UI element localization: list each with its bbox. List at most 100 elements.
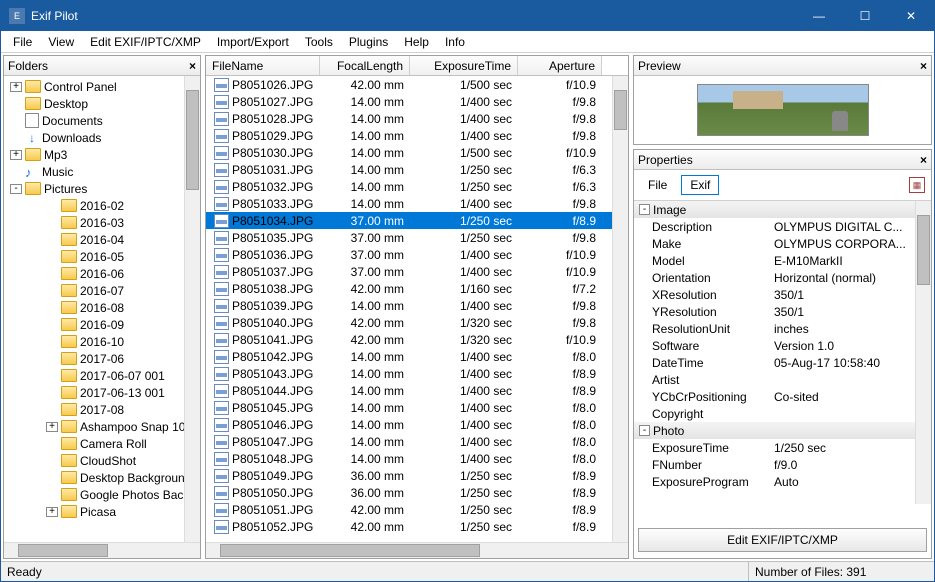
file-row[interactable]: P8051041.JPG42.00 mm1/320 secf/10.9 (206, 331, 628, 348)
file-row[interactable]: P8051029.JPG14.00 mm1/400 secf/9.8 (206, 127, 628, 144)
col-exposuretime[interactable]: ExposureTime (410, 56, 518, 75)
props-vscrollbar[interactable] (915, 201, 931, 504)
expand-icon[interactable]: - (10, 184, 22, 194)
tree-item[interactable]: 2016-09 (4, 316, 200, 333)
tree-item[interactable]: Documents (4, 112, 200, 129)
file-row[interactable]: P8051049.JPG36.00 mm1/250 secf/8.9 (206, 467, 628, 484)
tree-item[interactable]: 2016-05 (4, 248, 200, 265)
file-row[interactable]: P8051035.JPG37.00 mm1/250 secf/9.8 (206, 229, 628, 246)
file-row[interactable]: P8051033.JPG14.00 mm1/400 secf/9.8 (206, 195, 628, 212)
tree-item[interactable]: Camera Roll (4, 435, 200, 452)
col-aperture[interactable]: Aperture (518, 56, 602, 75)
tree-item[interactable]: CloudShot (4, 452, 200, 469)
preview-close-icon[interactable]: × (920, 59, 927, 73)
prop-row[interactable]: ExposureProgramAuto (634, 473, 931, 490)
tree-item[interactable]: Google Photos Bac (4, 486, 200, 503)
prop-row[interactable]: ExposureTime1/250 sec (634, 439, 931, 456)
filelist-body[interactable]: P8051026.JPG42.00 mm1/500 secf/10.9P8051… (206, 76, 628, 542)
tree-item[interactable]: +Picasa (4, 503, 200, 520)
preview-thumbnail[interactable] (697, 84, 869, 136)
tree-item[interactable]: 2017-06-13 001 (4, 384, 200, 401)
tree-item[interactable]: 2016-03 (4, 214, 200, 231)
prop-row[interactable]: Copyright (634, 405, 931, 422)
close-button[interactable]: ✕ (888, 1, 934, 31)
file-row[interactable]: P8051046.JPG14.00 mm1/400 secf/8.0 (206, 416, 628, 433)
tree-item[interactable]: 2016-04 (4, 231, 200, 248)
prop-row[interactable]: DescriptionOLYMPUS DIGITAL C... (634, 218, 931, 235)
collapse-icon[interactable]: - (639, 204, 650, 215)
prop-row[interactable]: MakeOLYMPUS CORPORA... (634, 235, 931, 252)
tree-item[interactable]: 2016-02 (4, 197, 200, 214)
folder-tree[interactable]: +Control PanelDesktopDocuments↓Downloads… (4, 76, 200, 542)
prop-row[interactable]: YResolution350/1 (634, 303, 931, 320)
file-row[interactable]: P8051038.JPG42.00 mm1/160 secf/7.2 (206, 280, 628, 297)
tree-item[interactable]: +Ashampoo Snap 10 (4, 418, 200, 435)
file-row[interactable]: P8051045.JPG14.00 mm1/400 secf/8.0 (206, 399, 628, 416)
prop-row[interactable]: FNumberf/9.0 (634, 456, 931, 473)
maximize-button[interactable]: ☐ (842, 1, 888, 31)
prop-row[interactable]: ModelE-M10MarkII (634, 252, 931, 269)
file-row[interactable]: P8051043.JPG14.00 mm1/400 secf/8.9 (206, 365, 628, 382)
tab-exif[interactable]: Exif (681, 175, 719, 195)
properties-grid[interactable]: -ImageDescriptionOLYMPUS DIGITAL C...Mak… (634, 200, 931, 504)
expand-icon[interactable]: + (46, 507, 58, 517)
file-row[interactable]: P8051042.JPG14.00 mm1/400 secf/8.0 (206, 348, 628, 365)
tree-item[interactable]: 2016-10 (4, 333, 200, 350)
prop-row[interactable]: ResolutionUnitinches (634, 320, 931, 337)
tree-item[interactable]: 2016-06 (4, 265, 200, 282)
tree-item[interactable]: +Mp3 (4, 146, 200, 163)
tree-item[interactable]: +Control Panel (4, 78, 200, 95)
file-row[interactable]: P8051037.JPG37.00 mm1/400 secf/10.9 (206, 263, 628, 280)
file-row[interactable]: P8051040.JPG42.00 mm1/320 secf/9.8 (206, 314, 628, 331)
tree-item[interactable]: ♪Music (4, 163, 200, 180)
tree-item[interactable]: 2017-06 (4, 350, 200, 367)
prop-group[interactable]: -Image (634, 201, 931, 218)
tree-item[interactable]: Desktop Background (4, 469, 200, 486)
menu-import-export[interactable]: Import/Export (209, 33, 297, 51)
minimize-button[interactable]: ― (796, 1, 842, 31)
file-row[interactable]: P8051030.JPG14.00 mm1/500 secf/10.9 (206, 144, 628, 161)
prop-row[interactable]: DateTime05-Aug-17 10:58:40 (634, 354, 931, 371)
folders-close-icon[interactable]: × (189, 59, 196, 73)
file-row[interactable]: P8051027.JPG14.00 mm1/400 secf/9.8 (206, 93, 628, 110)
titlebar[interactable]: E Exif Pilot ― ☐ ✕ (1, 1, 934, 31)
file-row[interactable]: P8051031.JPG14.00 mm1/250 secf/6.3 (206, 161, 628, 178)
menu-edit-exif-iptc-xmp[interactable]: Edit EXIF/IPTC/XMP (82, 33, 209, 51)
tree-item[interactable]: -Pictures (4, 180, 200, 197)
file-row[interactable]: P8051048.JPG14.00 mm1/400 secf/8.0 (206, 450, 628, 467)
tree-item[interactable]: 2017-08 (4, 401, 200, 418)
tree-item[interactable]: 2016-07 (4, 282, 200, 299)
prop-row[interactable]: YCbCrPositioningCo-sited (634, 388, 931, 405)
menu-help[interactable]: Help (396, 33, 437, 51)
col-filename[interactable]: FileName (206, 56, 320, 75)
tree-vscrollbar[interactable] (184, 76, 200, 542)
expand-icon[interactable]: + (10, 82, 22, 92)
file-row[interactable]: P8051028.JPG14.00 mm1/400 secf/9.8 (206, 110, 628, 127)
expand-icon[interactable]: + (46, 422, 58, 432)
collapse-icon[interactable]: - (639, 425, 650, 436)
prop-row[interactable]: XResolution350/1 (634, 286, 931, 303)
menu-info[interactable]: Info (437, 33, 473, 51)
properties-tool-icon[interactable]: ▦ (909, 177, 925, 193)
file-row[interactable]: P8051034.JPG37.00 mm1/250 secf/8.9 (206, 212, 628, 229)
properties-close-icon[interactable]: × (920, 153, 927, 167)
file-row[interactable]: P8051052.JPG42.00 mm1/250 secf/8.9 (206, 518, 628, 535)
file-row[interactable]: P8051032.JPG14.00 mm1/250 secf/6.3 (206, 178, 628, 195)
file-row[interactable]: P8051036.JPG37.00 mm1/400 secf/10.9 (206, 246, 628, 263)
menu-plugins[interactable]: Plugins (341, 33, 396, 51)
filelist-vscrollbar[interactable] (612, 76, 628, 542)
prop-row[interactable]: SoftwareVersion 1.0 (634, 337, 931, 354)
file-row[interactable]: P8051026.JPG42.00 mm1/500 secf/10.9 (206, 76, 628, 93)
tree-hscrollbar[interactable] (4, 542, 200, 558)
filelist-hscrollbar[interactable] (206, 542, 628, 558)
menu-file[interactable]: File (5, 33, 40, 51)
file-row[interactable]: P8051051.JPG42.00 mm1/250 secf/8.9 (206, 501, 628, 518)
edit-exif-button[interactable]: Edit EXIF/IPTC/XMP (638, 528, 927, 552)
tree-item[interactable]: Desktop (4, 95, 200, 112)
tree-item[interactable]: 2016-08 (4, 299, 200, 316)
menu-tools[interactable]: Tools (297, 33, 341, 51)
prop-row[interactable]: Artist (634, 371, 931, 388)
expand-icon[interactable]: + (10, 150, 22, 160)
file-row[interactable]: P8051044.JPG14.00 mm1/400 secf/8.9 (206, 382, 628, 399)
prop-group[interactable]: -Photo (634, 422, 931, 439)
